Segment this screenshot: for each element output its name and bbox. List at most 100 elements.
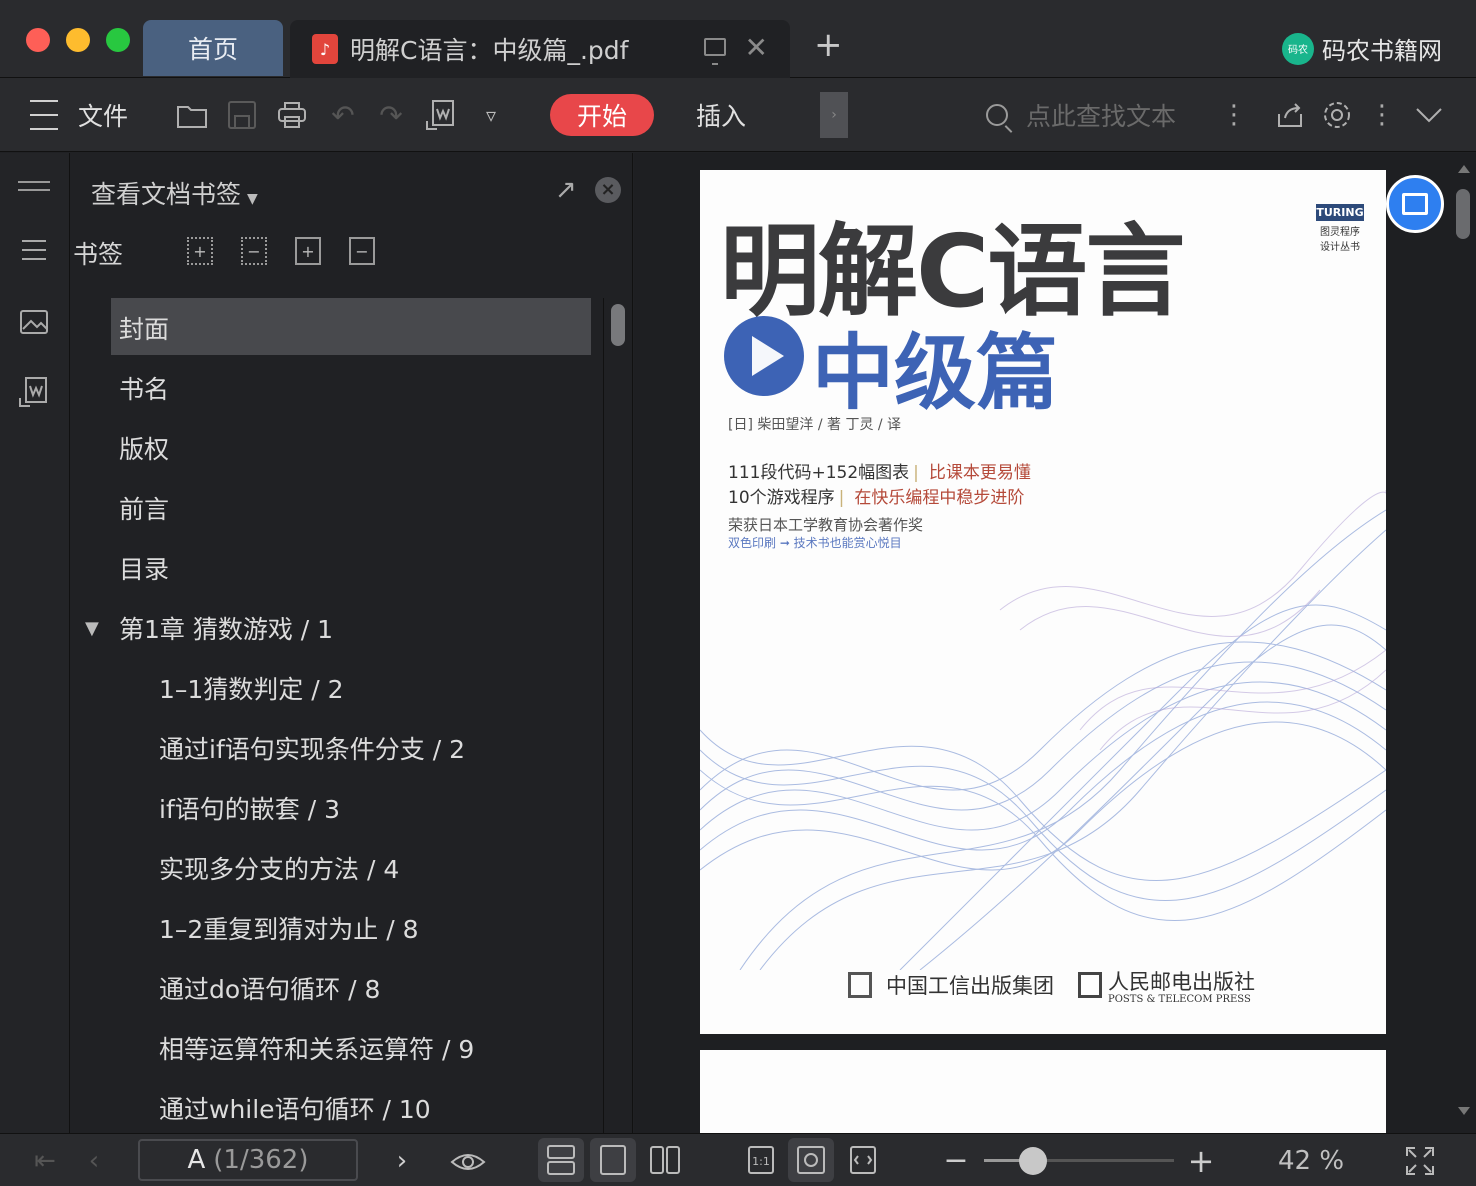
- search-icon: [986, 104, 1008, 126]
- eye-read-mode-icon[interactable]: [448, 1134, 488, 1186]
- thumbnail-image-icon[interactable]: [18, 307, 50, 337]
- more-options-icon[interactable]: ⋮: [1369, 78, 1395, 152]
- single-page-icon[interactable]: [590, 1138, 636, 1182]
- bookmark-item[interactable]: 1–2重复到猜对为止 / 8: [71, 898, 606, 958]
- screen-icon[interactable]: [704, 38, 726, 65]
- save-icon[interactable]: [226, 78, 258, 152]
- zoom-level[interactable]: 42 %: [1278, 1134, 1344, 1186]
- expand-all-icon[interactable]: +: [187, 237, 213, 265]
- undock-arrow-icon[interactable]: ↗: [555, 175, 577, 205]
- scroll-up-icon[interactable]: [1458, 165, 1470, 173]
- bookmark-item[interactable]: 实现多分支的方法 / 4: [71, 838, 606, 898]
- expand-arrow-icon[interactable]: ▼: [85, 618, 99, 639]
- caret-down-icon: ▼: [247, 191, 258, 207]
- bookmark-item[interactable]: 封面: [71, 298, 606, 358]
- search-box[interactable]: 点此查找文本: [986, 78, 1176, 152]
- bookmark-item-label: 封面: [119, 315, 170, 344]
- zoom-in-icon[interactable]: +: [1186, 1134, 1216, 1186]
- minimize-window-button[interactable]: [66, 28, 90, 52]
- previous-page-icon[interactable]: ‹: [82, 1134, 106, 1186]
- redo-icon[interactable]: ↷: [376, 78, 406, 152]
- left-rail: [0, 153, 70, 1133]
- convert-doc-icon[interactable]: [18, 377, 50, 407]
- menu-icon[interactable]: [28, 78, 60, 152]
- pdf-page-cover[interactable]: 明解C语言 TURING 图灵程序 设计丛书 中级篇 [日] 柴田望洋 / 著 …: [700, 170, 1386, 1034]
- brand[interactable]: 码农 码农书籍网: [1282, 31, 1442, 66]
- close-tab-icon[interactable]: ✕: [745, 34, 768, 62]
- panel-title-dropdown[interactable]: 查看文档书签 ▼: [91, 175, 258, 211]
- bookmark-item-label: 书名: [119, 375, 170, 404]
- bookmark-item[interactable]: 通过do语句循环 / 8: [71, 958, 606, 1018]
- publisher-name-2: 人民邮电出版社 POSTS & TELECOM PRESS: [1108, 970, 1255, 1005]
- cover-authors: [日] 柴田望洋 / 著 丁灵 / 译: [728, 417, 902, 433]
- bookmark-item-label: 相等运算符和关系运算符 / 9: [159, 1035, 475, 1064]
- fit-width-icon[interactable]: [840, 1138, 886, 1182]
- remove-bookmark-icon[interactable]: −: [349, 237, 375, 265]
- bookmark-item-label: 前言: [119, 495, 170, 524]
- bookmark-item-label: 第1章 猜数游戏 / 1: [119, 615, 334, 644]
- tab-home[interactable]: 首页: [143, 20, 283, 76]
- first-page-icon[interactable]: ⇤: [32, 1134, 58, 1186]
- bookmark-item-label: 通过while语句循环 / 10: [159, 1095, 431, 1124]
- share-icon[interactable]: [1274, 78, 1306, 152]
- document-scroll-thumb[interactable]: [1456, 189, 1470, 239]
- document-view[interactable]: 明解C语言 TURING 图灵程序 设计丛书 中级篇 [日] 柴田望洋 / 著 …: [634, 153, 1476, 1133]
- bookmark-item[interactable]: 1–1猜数判定 / 2: [71, 658, 606, 718]
- scroll-down-icon[interactable]: [1458, 1107, 1470, 1115]
- more-tabs-chevron-icon[interactable]: ›: [820, 92, 848, 138]
- close-panel-icon[interactable]: ×: [595, 177, 621, 203]
- bookmark-item[interactable]: ▼ 第1章 猜数游戏 / 1: [71, 598, 606, 658]
- selection-highlight: [111, 298, 591, 355]
- bookmark-item[interactable]: 目录: [71, 538, 606, 598]
- search-placeholder[interactable]: 点此查找文本: [1026, 97, 1176, 133]
- bookmark-item[interactable]: 前言: [71, 478, 606, 538]
- bookmark-item[interactable]: 通过while语句循环 / 10: [71, 1078, 606, 1133]
- tab-document[interactable]: ♪ 明解C语言：中级篇_.pdf ✕: [290, 20, 790, 78]
- floating-convert-button[interactable]: [1386, 175, 1444, 233]
- actual-size-icon[interactable]: 1:1: [738, 1138, 784, 1182]
- panel-scroll-thumb[interactable]: [611, 304, 625, 346]
- bookmark-item[interactable]: if语句的嵌套 / 3: [71, 778, 606, 838]
- pdf-to-word-icon[interactable]: [424, 78, 458, 152]
- bookmark-item-label: 通过do语句循环 / 8: [159, 975, 381, 1004]
- undo-icon[interactable]: ↶: [328, 78, 358, 152]
- zoom-slider-knob[interactable]: [1019, 1147, 1048, 1175]
- next-page-icon[interactable]: ›: [390, 1134, 414, 1186]
- settings-gear-icon[interactable]: [1320, 78, 1354, 152]
- bookmark-list-icon[interactable]: [18, 235, 50, 265]
- bookmark-item[interactable]: 书名: [71, 358, 606, 418]
- publisher-logo-icon: [848, 972, 872, 998]
- bookmark-item[interactable]: 通过if语句实现条件分支 / 2: [71, 718, 606, 778]
- new-tab-button[interactable]: +: [814, 28, 843, 62]
- cover-subtitle: 中级篇: [812, 326, 1059, 421]
- continuous-view-icon[interactable]: [538, 1138, 584, 1182]
- print-icon[interactable]: [276, 78, 308, 152]
- fit-page-icon[interactable]: [788, 1138, 834, 1182]
- tab-insert[interactable]: 插入: [696, 78, 746, 152]
- file-menu[interactable]: 文件: [78, 78, 128, 152]
- fullscreen-icon[interactable]: [1404, 1134, 1436, 1186]
- collapse-rail-icon[interactable]: [18, 171, 50, 201]
- collapse-all-icon[interactable]: −: [241, 237, 267, 265]
- pdf-reader-window: 首页 ♪ 明解C语言：中级篇_.pdf ✕ + 码农 码农书籍网 文件 ↶ ↷: [0, 0, 1476, 1186]
- collapse-toolbar-chevron-icon[interactable]: [1414, 78, 1444, 152]
- bookmark-item[interactable]: 版权: [71, 418, 606, 478]
- maximize-window-button[interactable]: [106, 28, 130, 52]
- separator-dots-icon: ⋮: [1221, 100, 1247, 130]
- bookmark-panel: 查看文档书签 ▼ ↗ × 书签 + − + − 封面书名版权前言目录 ▼ 第1章 猜数…: [71, 153, 633, 1133]
- close-window-button[interactable]: [26, 28, 50, 52]
- zoom-out-icon[interactable]: −: [942, 1134, 970, 1186]
- bookmark-label: 书签: [73, 240, 124, 269]
- pdf-page-2[interactable]: [700, 1050, 1386, 1133]
- add-bookmark-icon[interactable]: +: [295, 237, 321, 265]
- tab-start[interactable]: 开始: [550, 94, 654, 136]
- title-bar: 首页 ♪ 明解C语言：中级篇_.pdf ✕ + 码农 码农书籍网: [0, 0, 1476, 78]
- svg-text:1:1: 1:1: [752, 1155, 770, 1168]
- open-folder-icon[interactable]: [176, 78, 208, 152]
- bookmark-item[interactable]: 相等运算符和关系运算符 / 9: [71, 1018, 606, 1078]
- two-page-icon[interactable]: [642, 1138, 688, 1182]
- page-number-input[interactable]: A (1/362): [138, 1139, 358, 1181]
- more-tools-chevron-icon[interactable]: ▿: [480, 78, 502, 152]
- document-scrollbar[interactable]: [1452, 153, 1476, 1133]
- panel-scrollbar[interactable]: [603, 298, 632, 1133]
